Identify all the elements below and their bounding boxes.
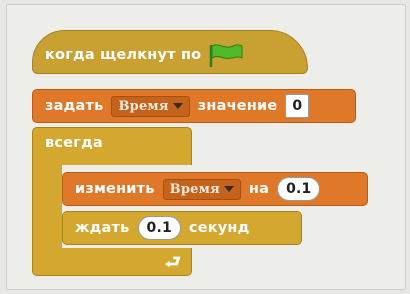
chevron-down-icon (172, 103, 183, 109)
variable-dropdown[interactable]: Время (111, 95, 190, 117)
wait-seconds-input[interactable]: 0.1 (137, 216, 181, 240)
wait-label: ждать (75, 220, 130, 236)
chevron-down-icon (223, 186, 234, 192)
forever-block-arm (32, 164, 62, 254)
forever-block-bottom: ⮐ (32, 248, 192, 276)
hat-label: когда щелкнут по (45, 47, 202, 63)
variable-name: Время (118, 98, 169, 114)
seconds-label: секунд (188, 220, 250, 236)
by-label: на (248, 181, 270, 197)
wait-block[interactable]: ждать 0.1 секунд (62, 211, 302, 245)
forever-label: всегда (45, 135, 103, 151)
when-flag-clicked-block[interactable]: когда щелкнут по (32, 30, 308, 74)
value-label: значение (197, 98, 278, 114)
value-input[interactable]: 0 (285, 94, 310, 118)
loop-arrow-icon: ⮐ (164, 252, 181, 273)
green-flag-icon (209, 42, 243, 68)
change-label: изменить (75, 181, 155, 197)
forever-block[interactable]: всегда (32, 127, 192, 165)
change-variable-block[interactable]: изменить Время на 0.1 (62, 172, 368, 206)
variable-dropdown[interactable]: Время (162, 178, 241, 200)
set-label: задать (45, 98, 104, 114)
set-variable-block[interactable]: задать Время значение 0 (32, 89, 356, 123)
variable-name: Время (169, 181, 220, 197)
change-amount-input[interactable]: 0.1 (277, 177, 321, 201)
